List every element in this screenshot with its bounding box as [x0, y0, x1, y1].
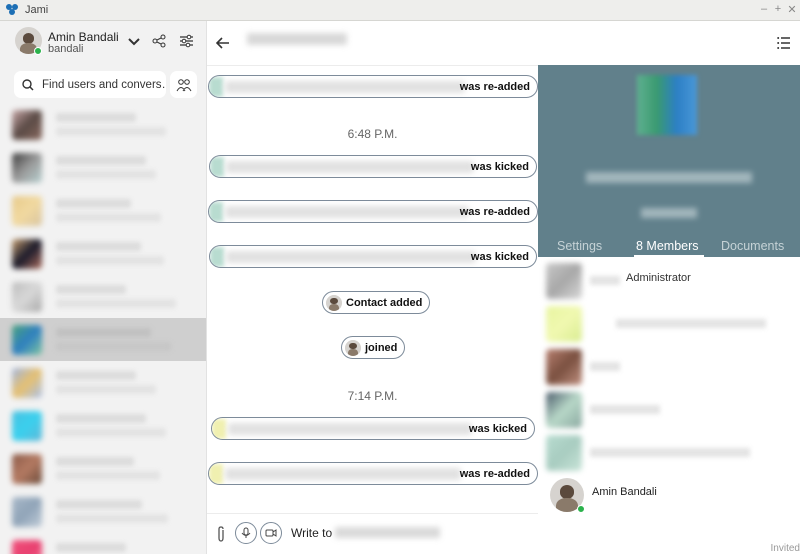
conversation-details-panel: Settings 8 Members Documents Administrat…: [538, 21, 800, 554]
avatar: [345, 339, 361, 356]
list-item[interactable]: [0, 404, 206, 447]
list-item[interactable]: [0, 146, 206, 189]
chat-header: [207, 21, 538, 65]
member-row[interactable]: Amin Bandali: [538, 472, 800, 515]
member-row[interactable]: [538, 386, 800, 429]
search-placeholder: Find users and convers…: [42, 78, 166, 91]
account-username: bandali: [48, 43, 84, 55]
close-icon[interactable]: ✕: [786, 3, 798, 16]
event-text: was re-added: [459, 205, 530, 218]
tab-documents[interactable]: Documents: [721, 235, 784, 253]
window-title: Jami: [25, 4, 49, 16]
member-row[interactable]: Administrator: [538, 257, 800, 300]
member-row[interactable]: [538, 300, 800, 343]
member-row[interactable]: [538, 343, 800, 386]
sidebar: Amin Bandali bandali Find users and conv…: [0, 21, 207, 554]
event-message: was kicked: [209, 245, 537, 268]
conversation-avatar: [637, 75, 697, 135]
conversation-list: [0, 103, 206, 554]
invited-label: Invited: [770, 543, 800, 554]
event-text: was kicked: [470, 250, 529, 263]
maximize-icon[interactable]: +: [772, 3, 784, 15]
details-menu-icon[interactable]: [776, 35, 792, 51]
event-message: was re-added: [208, 75, 538, 98]
chevron-down-icon[interactable]: [127, 35, 141, 49]
event-text: was kicked: [470, 160, 529, 173]
tab-settings[interactable]: Settings: [557, 235, 602, 253]
list-item[interactable]: [0, 533, 206, 554]
list-item[interactable]: [0, 189, 206, 232]
conversation-banner: Settings 8 Members Documents: [538, 65, 800, 257]
back-arrow-icon[interactable]: [215, 35, 231, 51]
time-separator: 7:14 P.M.: [347, 389, 398, 403]
avatar: [326, 294, 342, 311]
composer-placeholder[interactable]: Write to: [291, 526, 332, 540]
member-role: Administrator: [626, 272, 691, 284]
record-audio-button[interactable]: [235, 522, 257, 544]
search-input[interactable]: Find users and convers…: [14, 71, 166, 98]
online-status-icon: [577, 505, 585, 513]
list-item[interactable]: [0, 490, 206, 533]
contact-added-event: Contact added: [322, 291, 431, 314]
account-selector[interactable]: Amin Bandali bandali: [0, 21, 206, 66]
start-swarm-button[interactable]: [170, 71, 197, 98]
member-row[interactable]: [538, 429, 800, 472]
chat-view: was re-added 6:48 P.M. was kicked was re…: [207, 21, 538, 554]
time-separator: 6:48 P.M.: [347, 127, 398, 141]
list-item[interactable]: [0, 232, 206, 275]
account-name: Amin Bandali: [48, 30, 119, 44]
list-item[interactable]: [0, 447, 206, 490]
online-status-icon: [34, 47, 42, 55]
members-list: Administrator Amin Bandali: [538, 257, 800, 515]
group-icon: [176, 78, 192, 92]
search-icon: [22, 78, 34, 91]
event-message: was re-added: [208, 462, 538, 485]
event-text: was kicked: [468, 422, 527, 435]
event-message: was kicked: [211, 417, 535, 440]
conversation-title: [247, 33, 347, 45]
event-text: was re-added: [459, 467, 530, 480]
member-name: Amin Bandali: [592, 486, 657, 498]
list-item[interactable]: [0, 275, 206, 318]
event-message: was re-added: [208, 200, 538, 223]
tab-members[interactable]: 8 Members: [636, 235, 699, 253]
message-composer: Write to: [207, 513, 538, 554]
details-tabs: Settings 8 Members Documents: [538, 235, 800, 257]
microphone-icon: [241, 527, 251, 539]
event-message: was kicked: [209, 155, 537, 178]
title-bar: Jami – + ✕: [0, 0, 800, 21]
video-camera-icon: [265, 528, 277, 538]
list-item-selected[interactable]: [0, 318, 206, 361]
settings-sliders-icon[interactable]: [178, 33, 194, 49]
minimize-icon[interactable]: –: [758, 3, 770, 15]
jami-logo-icon: [6, 4, 18, 16]
share-icon[interactable]: [151, 33, 167, 49]
list-item[interactable]: [0, 361, 206, 404]
event-text: was re-added: [459, 80, 530, 93]
list-item[interactable]: [0, 103, 206, 146]
record-video-button[interactable]: [260, 522, 282, 544]
paperclip-icon[interactable]: [213, 524, 229, 544]
joined-event: joined: [341, 336, 406, 359]
